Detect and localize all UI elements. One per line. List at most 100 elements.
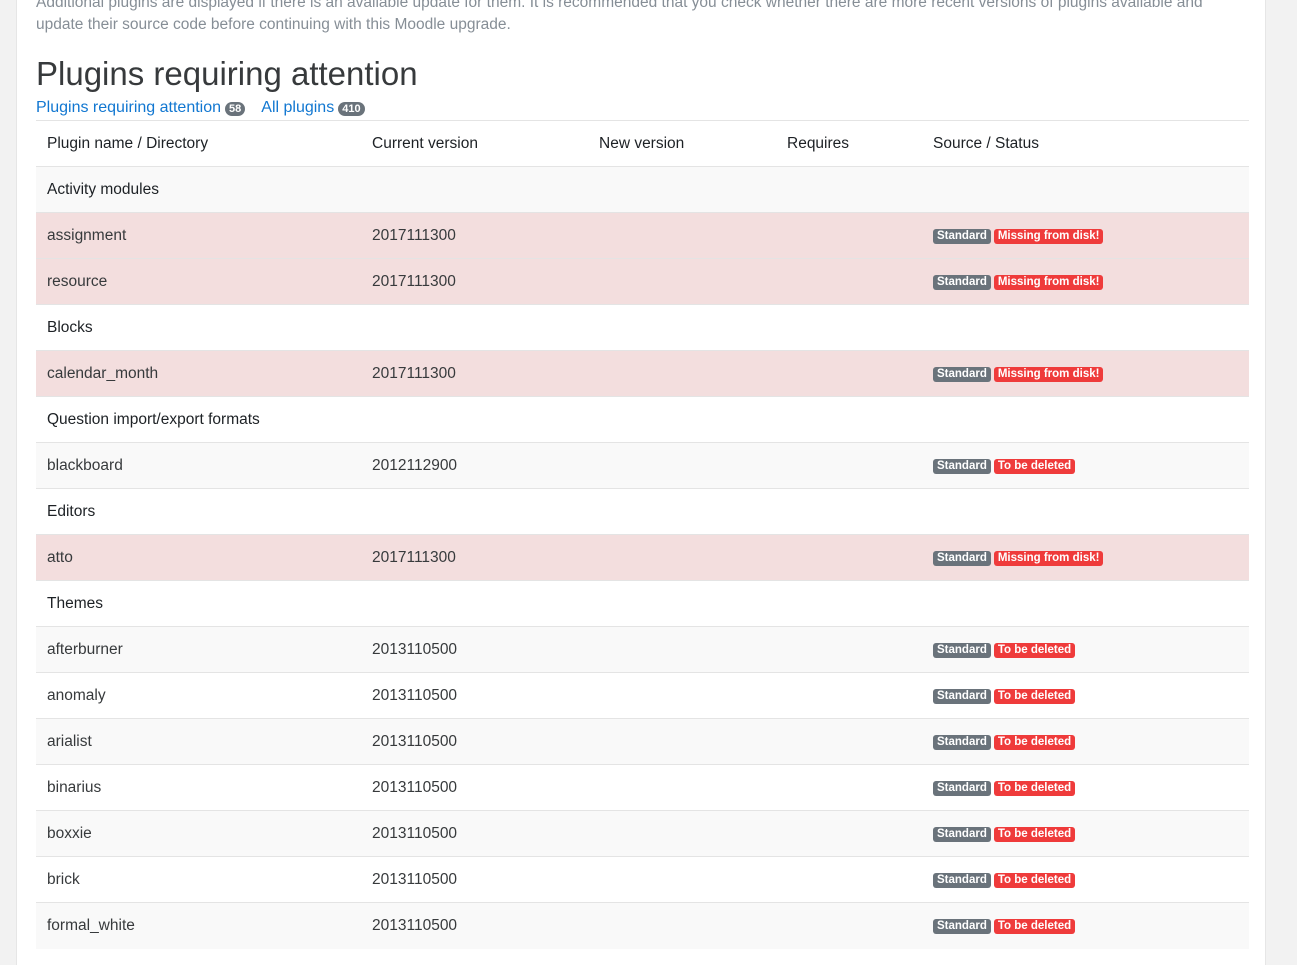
- current-version-cell: 2017111300: [361, 350, 588, 397]
- status-badge: To be deleted: [993, 642, 1076, 658]
- status-badge: Missing from disk!: [993, 228, 1104, 244]
- new-version-cell: [588, 902, 776, 949]
- filter-link-attention[interactable]: Plugins requiring attention 58: [36, 99, 246, 117]
- plugin-row: atto 2017111300 Standard Missing from disk!: [36, 534, 1249, 581]
- new-version-cell: [588, 350, 776, 397]
- plugin-name-cell: assignment: [36, 212, 361, 259]
- source-status-cell: Standard Missing from disk!: [922, 534, 1249, 581]
- plugin-type-label: Blocks: [36, 304, 1249, 351]
- status-badge: To be deleted: [993, 734, 1076, 750]
- plugin-row: blackboard 2012112900 Standard To be delete…: [36, 442, 1249, 489]
- source-badge: Standard: [933, 642, 991, 658]
- requires-cell: [776, 626, 922, 673]
- current-version-cell: 2013110500: [361, 626, 588, 673]
- new-version-cell: [588, 856, 776, 903]
- current-version-cell: 2017111300: [361, 258, 588, 305]
- plugin-type-row: Themes: [36, 580, 1249, 627]
- plugin-name-cell: boxxie: [36, 810, 361, 857]
- plugin-row: assignment 2017111300 Standard Missing from…: [36, 212, 1249, 259]
- plugin-name-cell: calendar_month: [36, 350, 361, 397]
- status-badge: Missing from disk!: [993, 550, 1104, 566]
- source-status-cell: Standard To be deleted: [922, 626, 1249, 673]
- current-version-cell: 2017111300: [361, 212, 588, 259]
- plugin-name-cell: anomaly: [36, 672, 361, 719]
- plugin-type-row: Blocks: [36, 304, 1249, 351]
- source-badge: Standard: [933, 274, 991, 290]
- new-version-cell: [588, 442, 776, 489]
- page-title: Plugins requiring attention: [36, 55, 418, 92]
- plugin-name-cell: binarius: [36, 764, 361, 811]
- header-plugin-name: Plugin name / Directory: [36, 120, 361, 167]
- source-status-cell: Standard Missing from disk!: [922, 258, 1249, 305]
- new-version-cell: [588, 764, 776, 811]
- attention-count-badge: 58: [225, 102, 246, 116]
- new-version-cell: [588, 672, 776, 719]
- source-badge: Standard: [933, 366, 991, 382]
- filter-link-all-label: All plugins: [261, 99, 335, 116]
- status-badge: To be deleted: [993, 919, 1076, 935]
- plugin-row: boxxie 2013110500 Standard To be deleted: [36, 810, 1249, 857]
- requires-cell: [776, 258, 922, 305]
- main-content-card: Additional plugins are displayed if ther…: [16, 0, 1266, 965]
- source-status-cell: Standard Missing from disk!: [922, 350, 1249, 397]
- plugin-type-label: Question import/export formats: [36, 396, 1249, 443]
- requires-cell: [776, 534, 922, 581]
- plugin-name-cell: resource: [36, 258, 361, 305]
- plugin-name-cell: arialist: [36, 718, 361, 765]
- filter-link-attention-label: Plugins requiring attention: [36, 99, 222, 116]
- requires-cell: [776, 718, 922, 765]
- source-status-cell: Standard To be deleted: [922, 442, 1249, 489]
- intro-text: Additional plugins are displayed if ther…: [36, 0, 1203, 33]
- current-version-cell: 2013110500: [361, 672, 588, 719]
- plugin-type-label: Editors: [36, 488, 1249, 535]
- plugin-name-cell: blackboard: [36, 442, 361, 489]
- current-version-cell: 2013110500: [361, 902, 588, 949]
- requires-cell: [776, 442, 922, 489]
- source-badge: Standard: [933, 780, 991, 796]
- new-version-cell: [588, 810, 776, 857]
- header-requires: Requires: [776, 120, 922, 167]
- plugin-row: calendar_month 2017111300 Standard Missing …: [36, 350, 1249, 397]
- current-version-cell: 2017111300: [361, 534, 588, 581]
- status-badge: To be deleted: [993, 688, 1076, 704]
- requires-cell: [776, 810, 922, 857]
- all-count-badge: 410: [338, 102, 365, 116]
- source-badge: Standard: [933, 458, 991, 474]
- filter-link-all[interactable]: All plugins 410: [261, 99, 365, 117]
- source-badge: Standard: [933, 228, 991, 244]
- plugin-name-cell: formal_white: [36, 902, 361, 949]
- plugin-row: brick 2013110500 Standard To be deleted: [36, 856, 1249, 903]
- source-status-cell: Standard Missing from disk!: [922, 212, 1249, 259]
- requires-cell: [776, 672, 922, 719]
- current-version-cell: 2013110500: [361, 856, 588, 903]
- new-version-cell: [588, 626, 776, 673]
- status-badge: To be deleted: [993, 826, 1076, 842]
- current-version-cell: 2012112900: [361, 442, 588, 489]
- status-badge: To be deleted: [993, 872, 1076, 888]
- plugin-name-cell: atto: [36, 534, 361, 581]
- status-badge: Missing from disk!: [993, 366, 1104, 382]
- header-source-status: Source / Status: [922, 120, 1249, 167]
- source-badge: Standard: [933, 872, 991, 888]
- header-current-version: Current version: [361, 120, 588, 167]
- plugins-table-body: Activity modules assignment 2017111300 Stan…: [36, 166, 1249, 949]
- plugin-row: binarius 2013110500 Standard To be deleted: [36, 764, 1249, 811]
- new-version-cell: [588, 718, 776, 765]
- plugin-row: anomaly 2013110500 Standard To be deleted: [36, 672, 1249, 719]
- new-version-cell: [588, 258, 776, 305]
- plugin-type-label: Themes: [36, 580, 1249, 627]
- source-badge: Standard: [933, 826, 991, 842]
- current-version-cell: 2013110500: [361, 764, 588, 811]
- status-badge: To be deleted: [993, 780, 1076, 796]
- source-status-cell: Standard To be deleted: [922, 718, 1249, 765]
- source-status-cell: Standard To be deleted: [922, 764, 1249, 811]
- source-status-cell: Standard To be deleted: [922, 856, 1249, 903]
- plugin-row: afterburner 2013110500 Standard To be delet…: [36, 626, 1249, 673]
- plugin-row: formal_white 2013110500 Standard To be dele…: [36, 902, 1249, 949]
- current-version-cell: 2013110500: [361, 810, 588, 857]
- requires-cell: [776, 856, 922, 903]
- new-version-cell: [588, 534, 776, 581]
- plugin-type-row: Activity modules: [36, 166, 1249, 213]
- requires-cell: [776, 212, 922, 259]
- source-badge: Standard: [933, 919, 991, 935]
